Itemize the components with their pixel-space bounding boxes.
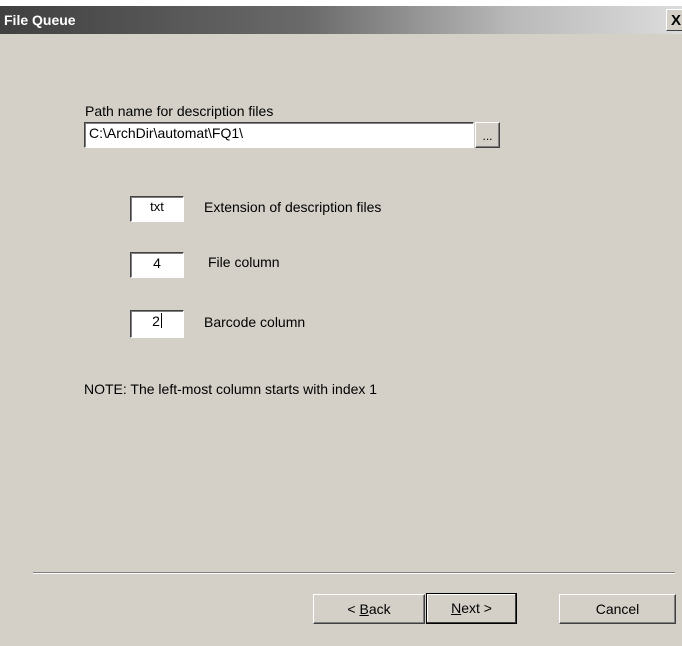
back-button[interactable]: < Back [313, 594, 425, 624]
barcode-column-value: 2 [152, 313, 160, 329]
dialog-body: Path name for description files C:\ArchD… [0, 34, 682, 646]
file-queue-dialog: File Queue X Path name for description f… [0, 0, 682, 646]
title-bar[interactable]: File Queue X [0, 6, 682, 34]
file-column-input[interactable]: 4 [130, 252, 184, 278]
back-button-prefix: < [347, 601, 360, 617]
button-separator [33, 572, 675, 574]
path-label: Path name for description files [85, 103, 274, 119]
text-caret [160, 313, 162, 328]
back-button-mnemonic: B [359, 601, 369, 617]
path-input[interactable]: C:\ArchDir\automat\FQ1\ [84, 122, 474, 148]
file-column-label: File column [208, 254, 280, 270]
close-button[interactable]: X [666, 9, 682, 31]
window-title: File Queue [4, 12, 76, 28]
browse-button[interactable]: ... [475, 122, 500, 148]
note-text: NOTE: The left-most column starts with i… [84, 381, 378, 397]
next-button-mnemonic: N [451, 600, 462, 616]
barcode-column-label: Barcode column [204, 314, 306, 330]
extension-label: Extension of description files [204, 199, 382, 215]
cancel-button[interactable]: Cancel [559, 594, 676, 624]
next-button-label: ext > [461, 600, 492, 616]
barcode-column-input[interactable]: 2 [130, 310, 184, 338]
next-button[interactable]: Next > [426, 593, 517, 624]
extension-input[interactable]: txt [130, 196, 184, 222]
back-button-label: ack [368, 601, 391, 617]
